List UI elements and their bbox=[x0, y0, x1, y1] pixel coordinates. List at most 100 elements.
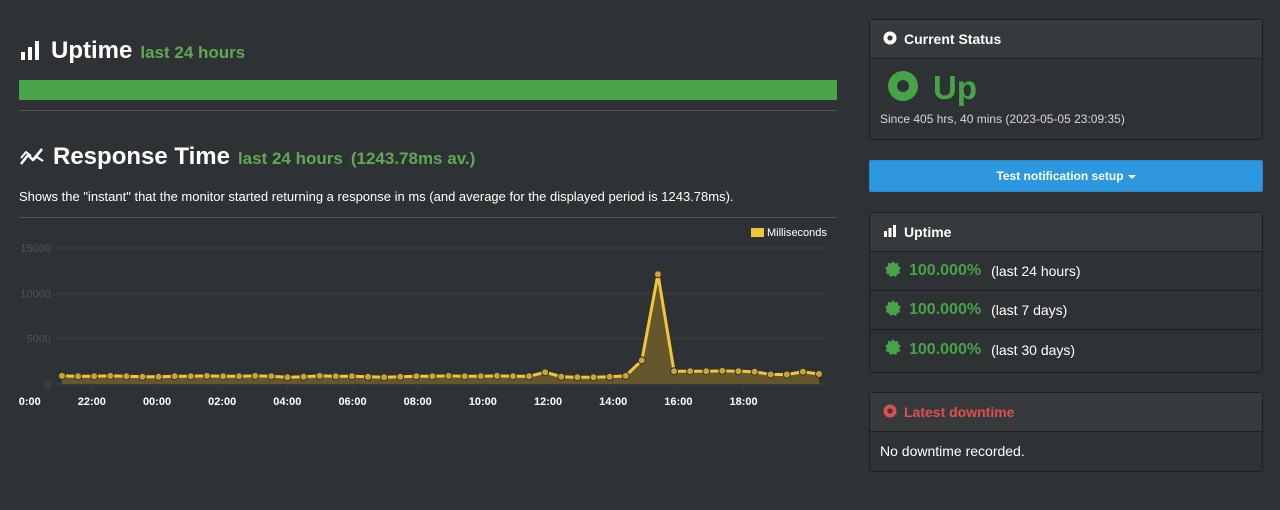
x-tick-label: 16:00 bbox=[664, 396, 692, 408]
y-tick-label: 10000 bbox=[20, 288, 51, 300]
bar-chart-icon bbox=[19, 39, 43, 66]
data-point bbox=[670, 367, 679, 376]
data-point bbox=[589, 373, 598, 382]
data-point bbox=[637, 356, 646, 365]
data-point bbox=[251, 371, 260, 380]
uptime-pct: 100.000% bbox=[909, 340, 982, 358]
status-text: Up bbox=[933, 69, 977, 106]
test-notification-label: Test notification setup bbox=[996, 169, 1124, 183]
data-point bbox=[315, 371, 324, 380]
data-point bbox=[219, 372, 228, 381]
data-point bbox=[235, 372, 244, 381]
data-point bbox=[412, 372, 421, 381]
data-point bbox=[702, 367, 711, 376]
x-tick-label: 00:00 bbox=[143, 396, 171, 408]
y-tick-label: 0 bbox=[45, 379, 51, 391]
x-tick-label: 06:00 bbox=[338, 396, 366, 408]
x-tick-label: 10:00 bbox=[469, 396, 497, 408]
data-point bbox=[299, 372, 308, 381]
data-point bbox=[122, 372, 131, 381]
test-notification-button[interactable]: Test notification setup bbox=[869, 160, 1263, 192]
uptime-label: (last 30 days) bbox=[991, 341, 1076, 358]
data-point bbox=[186, 372, 195, 381]
x-tick-label: 18:00 bbox=[729, 396, 757, 408]
data-point bbox=[621, 371, 630, 380]
data-point bbox=[444, 371, 453, 380]
data-point bbox=[74, 372, 83, 381]
uptime-label: (last 7 days) bbox=[991, 302, 1068, 318]
data-point bbox=[347, 372, 356, 381]
dot-circle-icon bbox=[883, 31, 897, 48]
chart-canvas: 0 5000 10000 15000 22:00 00:00 02:00 04:00 06:00… bbox=[19, 227, 827, 408]
data-point bbox=[718, 366, 727, 375]
x-tick-label: 14:00 bbox=[599, 396, 627, 408]
data-point bbox=[90, 372, 99, 381]
x-tick-label: 02:00 bbox=[208, 396, 236, 408]
series-line bbox=[61, 272, 820, 379]
dot-circle-icon bbox=[883, 404, 897, 421]
badge-check-icon bbox=[885, 299, 901, 321]
data-point bbox=[605, 372, 614, 381]
uptime-row-30d: 100.000% (last 30 days) bbox=[870, 330, 1262, 369]
current-status-header: Current Status bbox=[870, 20, 1262, 59]
data-point bbox=[428, 372, 437, 381]
data-point bbox=[138, 372, 147, 381]
status-indicator: Up bbox=[887, 69, 1252, 107]
badge-check-icon bbox=[885, 339, 901, 360]
data-point bbox=[798, 367, 807, 376]
data-point bbox=[476, 372, 485, 381]
data-point bbox=[331, 372, 340, 381]
data-point bbox=[283, 373, 292, 382]
data-point bbox=[525, 372, 534, 381]
uptime-row-7d: 100.000% (last 7 days) bbox=[870, 291, 1262, 330]
legend-swatch bbox=[751, 228, 764, 237]
uptime-title: Uptime bbox=[51, 37, 133, 64]
uptime-bar[interactable] bbox=[19, 80, 837, 100]
data-point bbox=[170, 372, 179, 381]
latest-downtime-title: Latest downtime bbox=[904, 404, 1015, 420]
data-point bbox=[686, 367, 695, 376]
data-point bbox=[267, 372, 276, 381]
current-status-title: Current Status bbox=[904, 31, 1002, 47]
x-tick-label: 12:00 bbox=[534, 396, 562, 408]
uptime-panel: Uptime 100.000% (last 24 hours) 100.000%… bbox=[869, 212, 1263, 373]
x-tick-label: 04:00 bbox=[273, 396, 301, 408]
data-point bbox=[508, 372, 517, 381]
data-point bbox=[106, 371, 115, 380]
data-point bbox=[734, 367, 743, 376]
data-point bbox=[58, 371, 66, 380]
response-time-heading: Response Time last 24 hours (1243.78ms a… bbox=[19, 142, 475, 171]
legend-label: Milliseconds bbox=[767, 227, 827, 239]
data-point bbox=[492, 371, 501, 380]
uptime-label: (last 24 hours) bbox=[991, 263, 1081, 279]
data-point bbox=[364, 372, 373, 381]
response-time-description: Shows the "instant" that the monitor sta… bbox=[19, 189, 734, 204]
response-time-title: Response Time bbox=[53, 143, 230, 170]
response-time-chart[interactable]: 0 5000 10000 15000 22:00 00:00 02:00 04:00 06:00… bbox=[19, 220, 837, 415]
data-point bbox=[782, 370, 791, 379]
x-tick-label: 20:00 bbox=[19, 396, 41, 408]
data-point bbox=[573, 373, 582, 382]
uptime-panel-title: Uptime bbox=[904, 224, 952, 240]
y-tick-label: 5000 bbox=[27, 334, 51, 346]
line-chart-icon bbox=[19, 145, 45, 172]
latest-downtime-header: Latest downtime bbox=[870, 393, 1262, 432]
response-time-average: (1243.78ms av.) bbox=[350, 149, 476, 168]
uptime-period: last 24 hours bbox=[140, 43, 246, 62]
data-point bbox=[541, 368, 550, 377]
uptime-pct: 100.000% bbox=[909, 301, 982, 318]
data-point bbox=[815, 370, 823, 379]
uptime-panel-header: Uptime bbox=[870, 213, 1262, 252]
divider bbox=[19, 110, 837, 111]
uptime-pct: 100.000% bbox=[909, 262, 982, 279]
x-tick-label: 22:00 bbox=[78, 396, 106, 408]
caret-down-icon bbox=[1127, 169, 1136, 183]
x-tick-label: 08:00 bbox=[404, 396, 432, 408]
y-tick-label: 15000 bbox=[20, 243, 51, 255]
latest-downtime-text: No downtime recorded. bbox=[880, 443, 1025, 459]
data-point bbox=[380, 373, 389, 382]
status-since: Since 405 hrs, 40 mins (2023-05-05 23:09… bbox=[880, 112, 1125, 126]
bar-chart-icon bbox=[883, 224, 897, 240]
divider bbox=[19, 217, 837, 218]
uptime-heading: Uptime last 24 hours bbox=[19, 36, 245, 65]
